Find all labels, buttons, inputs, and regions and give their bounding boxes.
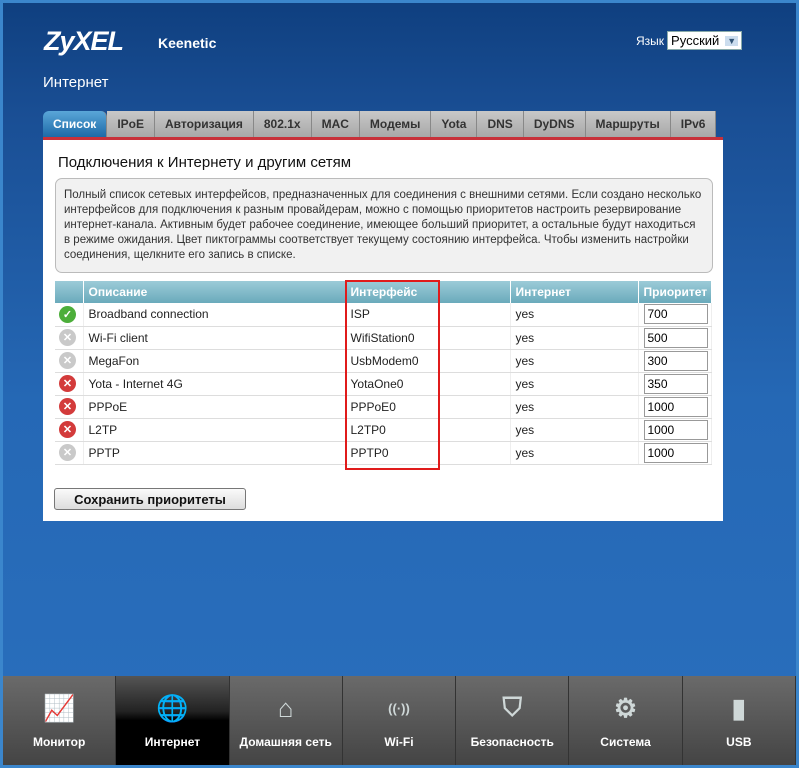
priority-input[interactable]	[643, 304, 708, 325]
nav-usb[interactable]: ▮ USB	[683, 676, 796, 765]
internet-cell: yes	[510, 326, 639, 350]
internet-cell: yes	[510, 418, 639, 442]
status-cell: ✕	[55, 418, 84, 442]
priority-cell	[638, 349, 712, 373]
column-header: Приоритет	[638, 281, 712, 303]
priority-cell	[638, 372, 712, 396]
status-off-icon: ✕	[59, 352, 76, 369]
nav-globe[interactable]: 🌐 Интернет	[116, 676, 230, 765]
home-icon: ⌂	[277, 692, 294, 723]
chevron-down-icon: ▼	[725, 35, 739, 46]
priority-input[interactable]	[643, 396, 708, 417]
description-cell: MegaFon	[83, 349, 346, 373]
description-cell: L2TP	[83, 418, 346, 442]
usb-icon: ▮	[731, 692, 746, 723]
internet-cell: yes	[510, 441, 639, 465]
tab-8[interactable]: DyDNS	[523, 111, 586, 137]
priority-input[interactable]	[643, 419, 708, 440]
language-selector: Язык Русский ▼	[636, 31, 743, 50]
description-cell: Yota - Internet 4G	[83, 372, 346, 396]
language-label: Язык	[636, 33, 665, 48]
priority-cell	[638, 418, 712, 442]
status-off-icon: ✕	[59, 329, 76, 346]
language-value: Русский	[671, 33, 720, 48]
status-cell: ✕	[55, 372, 84, 396]
tab-7[interactable]: DNS	[477, 111, 524, 137]
tab-5[interactable]: Модемы	[359, 111, 432, 137]
monitor-icon: 📈	[42, 692, 76, 723]
status-err-icon: ✕	[59, 398, 76, 415]
description-cell: PPPoE	[83, 395, 346, 419]
status-err-icon: ✕	[59, 421, 76, 438]
status-column-header	[55, 281, 84, 303]
status-cell: ✕	[55, 326, 84, 350]
section-title: Подключения к Интернету и другим сетям	[58, 154, 352, 171]
status-cell: ✕	[55, 441, 84, 465]
page-title: Интернет	[43, 74, 109, 91]
antenna-icon: ((·))	[388, 700, 410, 716]
nav-label: Система	[600, 735, 651, 749]
info-box: Полный список сетевых интерфейсов, предн…	[55, 178, 713, 273]
internet-cell: yes	[510, 349, 639, 373]
nav-antenna[interactable]: ((·)) Wi-Fi	[343, 676, 457, 765]
column-header: Интернет	[510, 281, 639, 303]
tab-9[interactable]: Маршруты	[585, 111, 671, 137]
product-name: Keenetic	[158, 35, 217, 51]
internet-cell: yes	[510, 395, 639, 419]
language-select[interactable]: Русский ▼	[667, 31, 743, 50]
tab-4[interactable]: MAC	[311, 111, 360, 137]
nav-gear[interactable]: ⚙ Система	[569, 676, 683, 765]
status-err-icon: ✕	[59, 375, 76, 392]
shield-icon: ⛉	[502, 692, 523, 722]
internet-cell: yes	[510, 372, 639, 396]
priority-input[interactable]	[643, 442, 708, 463]
globe-icon: 🌐	[156, 692, 189, 723]
nav-label: USB	[726, 735, 752, 749]
nav-label: Безопасность	[470, 735, 554, 749]
priority-cell	[638, 303, 712, 327]
priority-cell	[638, 395, 712, 419]
description-cell: Wi-Fi client	[83, 326, 346, 350]
priority-cell	[638, 326, 712, 350]
status-cell: ✓	[55, 303, 84, 327]
tab-10[interactable]: IPv6	[670, 111, 717, 137]
priority-input[interactable]	[643, 350, 708, 371]
status-cell: ✕	[55, 395, 84, 419]
nav-label: Монитор	[32, 735, 86, 749]
description-cell: PPTP	[83, 441, 346, 465]
tab-2[interactable]: Авторизация	[154, 111, 254, 137]
column-header: Описание	[83, 281, 346, 303]
nav-label: Домашняя сеть	[239, 735, 332, 749]
description-cell: Broadband connection	[83, 303, 346, 327]
tab-3[interactable]: 802.1x	[253, 111, 312, 137]
interface-column-highlight	[345, 280, 440, 470]
bottom-nav: 📈 Монитор 🌐 Интернет ⌂ Домашняя сеть ((·)) Wi-F…	[3, 676, 796, 765]
priority-input[interactable]	[643, 327, 708, 348]
zyxel-logo: ZyXEL	[44, 26, 124, 56]
nav-shield[interactable]: ⛉ Безопасность	[456, 676, 570, 765]
nav-label: Wi-Fi	[384, 735, 414, 749]
content-panel: Подключения к Интернету и другим сетям П…	[43, 140, 723, 521]
priority-cell	[638, 441, 712, 465]
status-off-icon: ✕	[59, 444, 76, 461]
status-cell: ✕	[55, 349, 84, 373]
status-ok-icon: ✓	[59, 305, 76, 323]
gear-icon: ⚙	[613, 692, 638, 723]
tab-1[interactable]: IPoE	[107, 111, 155, 137]
tab-6[interactable]: Yota	[431, 111, 478, 137]
nav-label: Интернет	[144, 735, 201, 749]
save-priorities-button[interactable]: Сохранить приоритеты	[54, 488, 246, 510]
internet-cell: yes	[510, 303, 639, 327]
priority-input[interactable]	[643, 373, 708, 394]
tab-bar: Список IPoE Авторизация 802.1x MAC Модемы Yota…	[43, 111, 717, 137]
nav-home[interactable]: ⌂ Домашняя сеть	[230, 676, 343, 765]
tab-0[interactable]: Список	[43, 111, 108, 137]
nav-monitor[interactable]: 📈 Монитор	[3, 676, 117, 765]
